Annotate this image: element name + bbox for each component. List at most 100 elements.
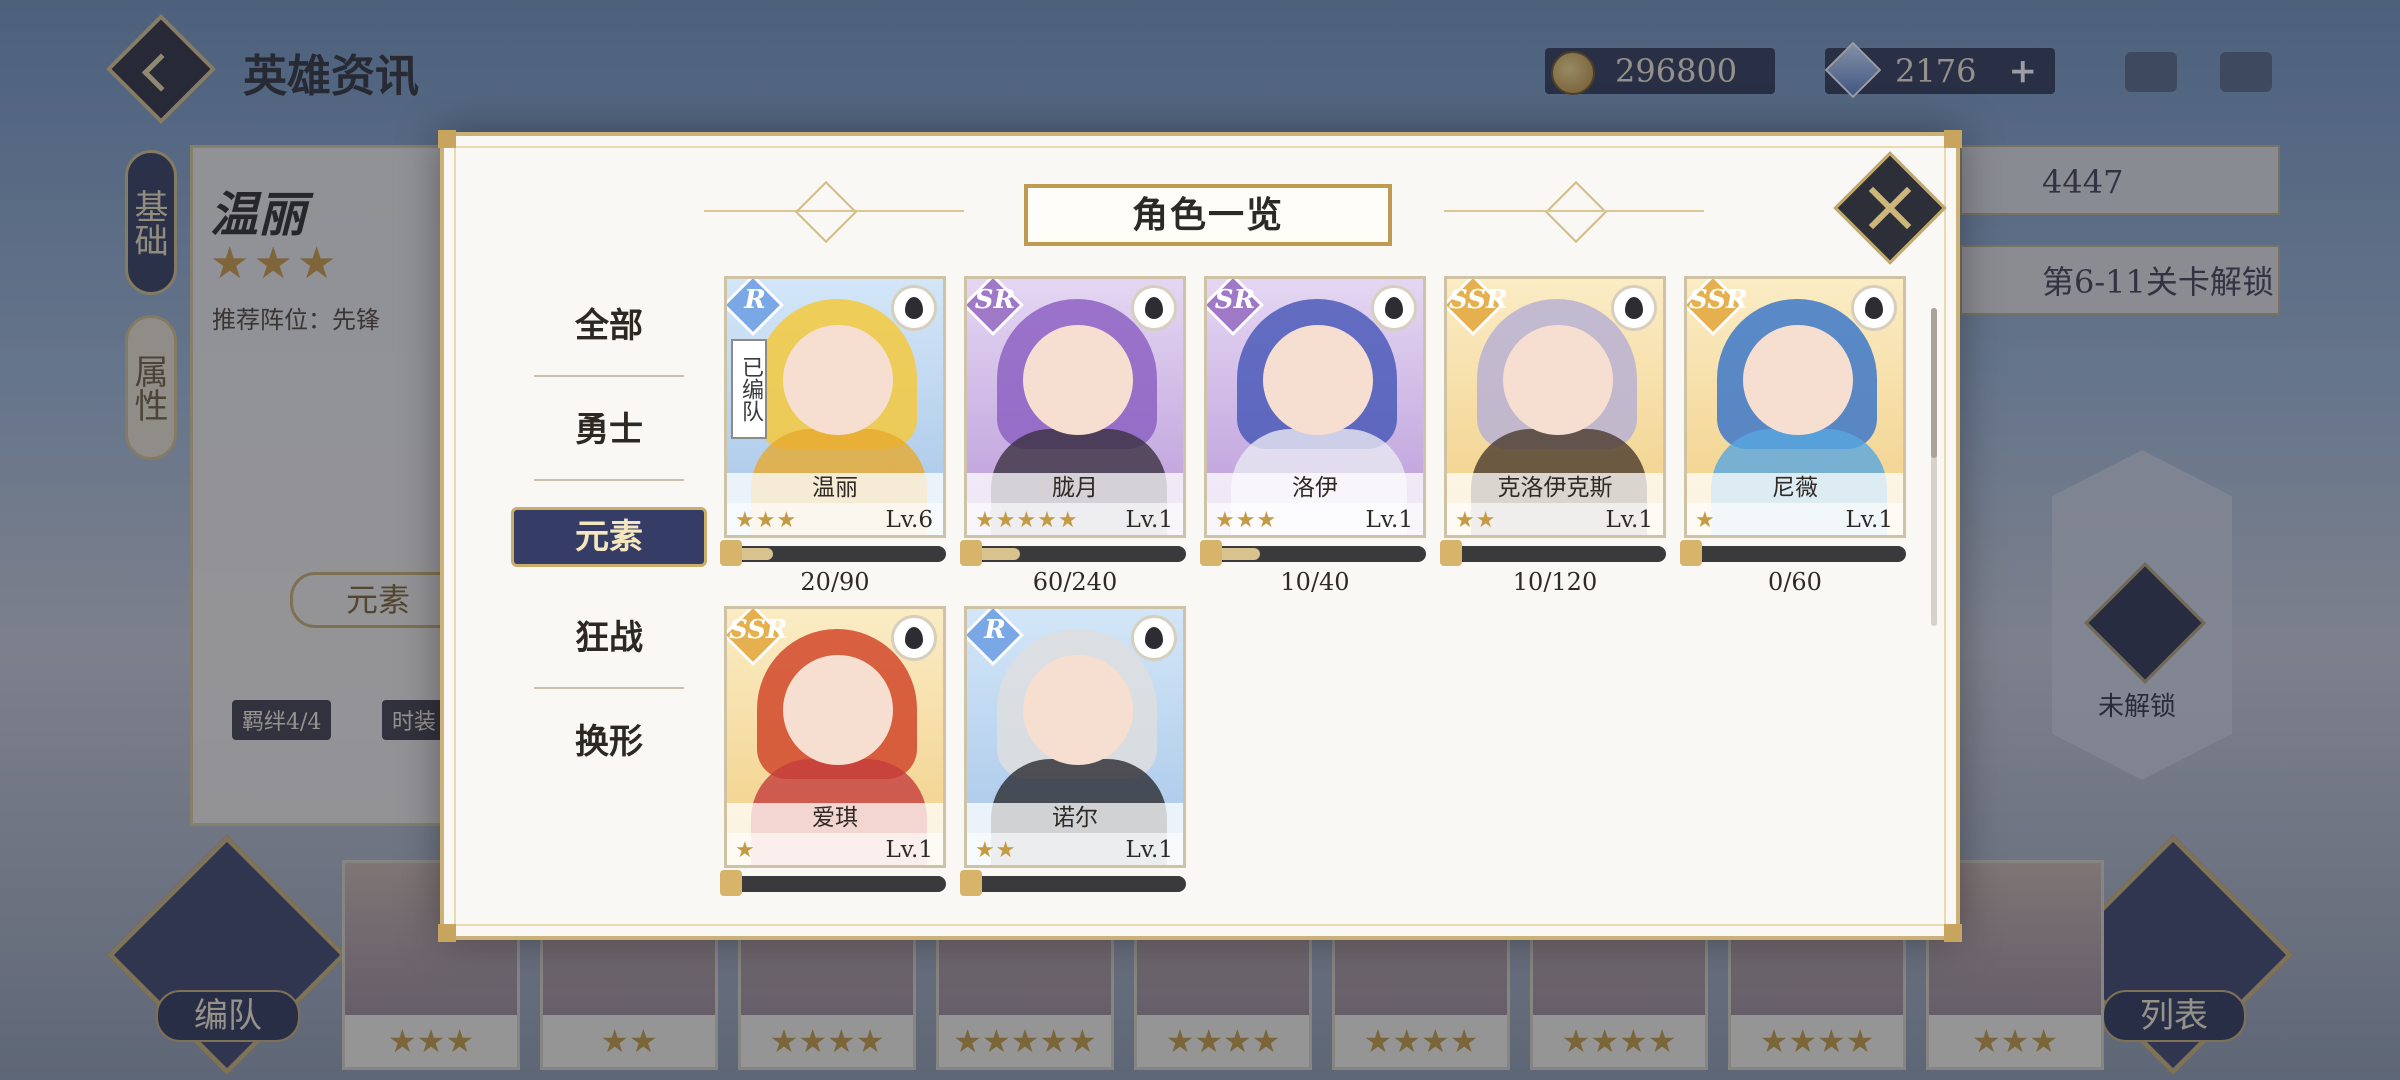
character-portrait: R 诺尔 ★★ Lv.1 <box>964 606 1186 868</box>
rarity-label: R <box>744 285 766 315</box>
faction-filter-list: 全部勇士元素狂战换形 <box>504 291 714 811</box>
shard-progress-bar <box>960 870 1186 896</box>
character-info-band: ★★ Lv.1 <box>1447 503 1663 535</box>
rarity-label: SSR <box>1689 285 1748 315</box>
character-info-band: ★ Lv.1 <box>727 833 943 865</box>
portrait-face <box>1503 325 1613 435</box>
character-info-band: ★ Lv.1 <box>1687 503 1903 535</box>
character-card[interactable]: R 已编队 温丽 ★★★ Lv.6 20/90 <box>720 276 946 596</box>
character-card[interactable]: SSR 爱琪 ★ Lv.1 <box>720 606 946 896</box>
corner-ornament <box>1944 924 1962 942</box>
character-level: Lv.6 <box>885 507 933 533</box>
character-level: Lv.1 <box>885 837 933 863</box>
character-card[interactable]: SSR 克洛伊克斯 ★★ Lv.1 10/120 <box>1440 276 1666 596</box>
shard-icon <box>1680 540 1702 566</box>
shard-icon <box>1200 540 1222 566</box>
character-info-band: ★★★★★ Lv.1 <box>967 503 1183 535</box>
character-name: 尼薇 <box>1687 473 1903 503</box>
character-name: 洛伊 <box>1207 473 1423 503</box>
character-portrait: SSR 尼薇 ★ Lv.1 <box>1684 276 1906 538</box>
shard-count: 60/240 <box>1032 568 1118 596</box>
close-button[interactable] <box>1833 151 1947 265</box>
shard-progress-bar <box>960 540 1186 566</box>
shard-count: 0/60 <box>1768 568 1822 596</box>
character-grid: R 已编队 温丽 ★★★ Lv.6 20/90 SR 胧月 ★★★★★ Lv.1 60/240 SR 洛… <box>716 276 1916 916</box>
element-flame-icon <box>891 285 937 331</box>
character-info-band: ★★★ Lv.6 <box>727 503 943 535</box>
filter-tab[interactable]: 勇士 <box>504 395 714 499</box>
character-card[interactable]: SR 胧月 ★★★★★ Lv.1 60/240 <box>960 276 1186 596</box>
character-card[interactable]: SSR 尼薇 ★ Lv.1 0/60 <box>1680 276 1906 596</box>
character-info-band: ★★ Lv.1 <box>967 833 1183 865</box>
filter-divider <box>534 479 684 481</box>
filter-divider <box>534 687 684 689</box>
portrait-face <box>1023 325 1133 435</box>
character-portrait: R 已编队 温丽 ★★★ Lv.6 <box>724 276 946 538</box>
shard-icon <box>960 540 982 566</box>
rarity-label: SR <box>1214 285 1256 315</box>
character-level: Lv.1 <box>1125 837 1173 863</box>
element-flame-icon <box>891 615 937 661</box>
grid-scrollbar[interactable] <box>1931 308 1937 626</box>
character-name: 胧月 <box>967 473 1183 503</box>
character-list-modal: 角色一览 全部 勇士 元素 狂战 换形 R 已编队 温丽 ★★★ Lv.6 20/90 SR 胧月 ★★… <box>438 130 1962 942</box>
filter-tab[interactable]: 换形 <box>504 707 714 811</box>
character-card[interactable]: R 诺尔 ★★ Lv.1 <box>960 606 1186 896</box>
corner-ornament <box>438 130 456 148</box>
modal-title-area: 角色一览 <box>444 176 1956 246</box>
element-flame-icon <box>1611 285 1657 331</box>
shard-icon <box>1440 540 1462 566</box>
character-name: 克洛伊克斯 <box>1447 473 1663 503</box>
character-name: 诺尔 <box>967 803 1183 833</box>
modal-title: 角色一览 <box>1024 184 1392 246</box>
element-flame-icon <box>1371 285 1417 331</box>
filter-tab[interactable]: 狂战 <box>504 603 714 707</box>
shard-count: 10/40 <box>1280 568 1350 596</box>
filter-divider <box>534 375 684 377</box>
star-rating: ★★ <box>1455 508 1497 533</box>
rarity-label: SSR <box>1449 285 1508 315</box>
element-flame-icon <box>1131 285 1177 331</box>
character-level: Lv.1 <box>1125 507 1173 533</box>
character-portrait: SSR 爱琪 ★ Lv.1 <box>724 606 946 868</box>
character-info-band: ★★★ Lv.1 <box>1207 503 1423 535</box>
star-rating: ★★★ <box>735 508 798 533</box>
star-rating: ★★★★★ <box>975 508 1079 533</box>
filter-tab[interactable]: 元素 <box>504 499 714 603</box>
shard-progress-bar <box>1680 540 1906 566</box>
star-rating: ★ <box>735 838 756 863</box>
portrait-face <box>1023 655 1133 765</box>
element-flame-icon <box>1131 615 1177 661</box>
element-flame-icon <box>1851 285 1897 331</box>
character-level: Lv.1 <box>1605 507 1653 533</box>
corner-ornament <box>1944 130 1962 148</box>
shard-icon <box>960 870 982 896</box>
rarity-label: SR <box>974 285 1016 315</box>
shard-progress-bar <box>720 870 946 896</box>
star-rating: ★ <box>1695 508 1716 533</box>
character-level: Lv.1 <box>1365 507 1413 533</box>
character-portrait: SR 洛伊 ★★★ Lv.1 <box>1204 276 1426 538</box>
portrait-face <box>1743 325 1853 435</box>
filter-tab-label: 全部 <box>575 306 643 346</box>
filter-tab-label: 换形 <box>575 722 643 762</box>
shard-progress-bar <box>1440 540 1666 566</box>
filter-tab-label: 元素 <box>511 507 707 567</box>
character-level: Lv.1 <box>1845 507 1893 533</box>
title-decor-diamond <box>794 180 858 244</box>
star-rating: ★★ <box>975 838 1017 863</box>
character-card[interactable]: SR 洛伊 ★★★ Lv.1 10/40 <box>1200 276 1426 596</box>
title-decor-diamond <box>1544 180 1608 244</box>
filter-tab[interactable]: 全部 <box>504 291 714 395</box>
in-team-tag: 已编队 <box>731 339 767 439</box>
scrollbar-thumb[interactable] <box>1931 308 1937 458</box>
filter-tab-label: 狂战 <box>575 618 643 658</box>
portrait-face <box>783 655 893 765</box>
character-name: 爱琪 <box>727 803 943 833</box>
shard-icon <box>720 870 742 896</box>
shard-count: 20/90 <box>800 568 870 596</box>
rarity-label: R <box>984 615 1006 645</box>
shard-count: 10/120 <box>1512 568 1598 596</box>
corner-ornament <box>438 924 456 942</box>
filter-tab-label: 勇士 <box>575 410 643 450</box>
